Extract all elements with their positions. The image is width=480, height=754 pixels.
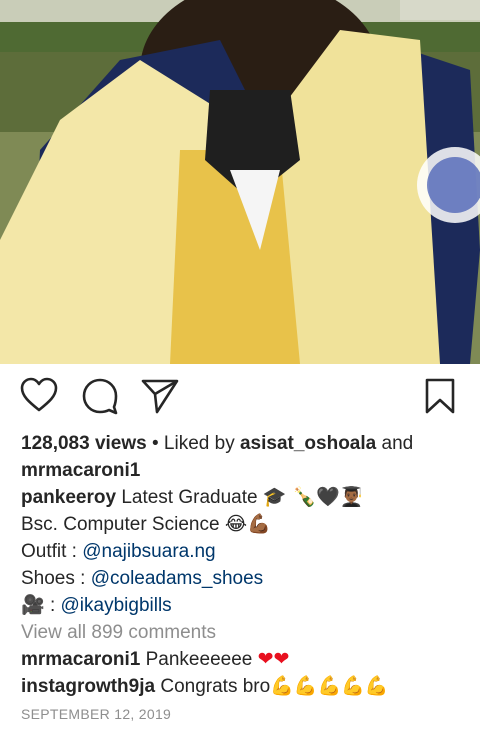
post-video[interactable]: [0, 0, 480, 364]
outfit-mention-link[interactable]: @najibsuara.ng: [82, 541, 215, 562]
caption-line: Outfit : @najibsuara.ng: [21, 538, 466, 565]
comment-item: mrmacaroni1 Pankeeeeee ❤❤: [21, 646, 466, 673]
muscle-emoji-icon: 💪💪💪💪💪: [270, 675, 389, 697]
caption-text: Bsc. Computer Science: [21, 514, 220, 535]
comment-item: instagrowth9ja Congrats bro💪💪💪💪💪: [21, 673, 466, 700]
heart-emoji-icon: ❤❤: [257, 648, 290, 670]
save-button[interactable]: [420, 376, 460, 416]
liked-by-user[interactable]: mrmacaroni1: [21, 460, 140, 481]
heart-outline-icon: [20, 377, 58, 412]
caption-line: pankeeroy Latest Graduate 🎓 🍾🖤👨🏾‍🎓: [21, 484, 466, 511]
outfit-label: Outfit :: [21, 541, 77, 562]
caption-emoji: 😂💪🏾: [224, 513, 271, 535]
caption-emoji: 🎓 🍾🖤👨🏾‍🎓: [262, 486, 364, 508]
liked-by-line-2: mrmacaroni1: [21, 457, 466, 484]
comment-text: Congrats bro: [160, 676, 271, 697]
shoes-label: Shoes :: [21, 568, 86, 589]
caption-text: Latest Graduate: [121, 487, 258, 508]
post-details: 128,083 views • Liked by asisat_oshoala …: [21, 430, 466, 724]
comment-button[interactable]: [80, 376, 120, 416]
comment-username[interactable]: mrmacaroni1: [21, 649, 140, 670]
like-button[interactable]: [19, 376, 59, 416]
post-actions-bar: [0, 376, 480, 420]
paper-plane-icon: [141, 379, 179, 414]
liked-by-and: and: [381, 433, 414, 454]
comment-text: Pankeeeeee: [145, 649, 253, 670]
caption-line: Shoes : @coleadams_shoes: [21, 565, 466, 592]
caption-line: 🎥 : @ikaybigbills: [21, 592, 466, 619]
share-button[interactable]: [140, 376, 180, 416]
views-count[interactable]: 128,083 views: [21, 433, 147, 454]
liked-by-user[interactable]: asisat_oshoala: [240, 433, 376, 454]
camera-label: :: [49, 595, 56, 616]
shoes-mention-link[interactable]: @coleadams_shoes: [91, 568, 263, 589]
view-all-comments-link[interactable]: View all 899 comments: [21, 619, 466, 646]
bookmark-icon: [425, 378, 455, 414]
caption-line: Bsc. Computer Science 😂💪🏾: [21, 511, 466, 538]
video-frame-image: [0, 0, 480, 364]
post-date: SEPTEMBER 12, 2019: [21, 706, 172, 722]
video-camera-icon: 🎥: [21, 594, 45, 616]
comment-username[interactable]: instagrowth9ja: [21, 676, 155, 697]
camera-mention-link[interactable]: @ikaybigbills: [61, 595, 172, 616]
liked-by-prefix: • Liked by: [152, 433, 235, 454]
comment-bubble-icon: [82, 378, 118, 415]
views-and-likes: 128,083 views • Liked by asisat_oshoala …: [21, 430, 466, 457]
caption-username[interactable]: pankeeroy: [21, 487, 116, 508]
